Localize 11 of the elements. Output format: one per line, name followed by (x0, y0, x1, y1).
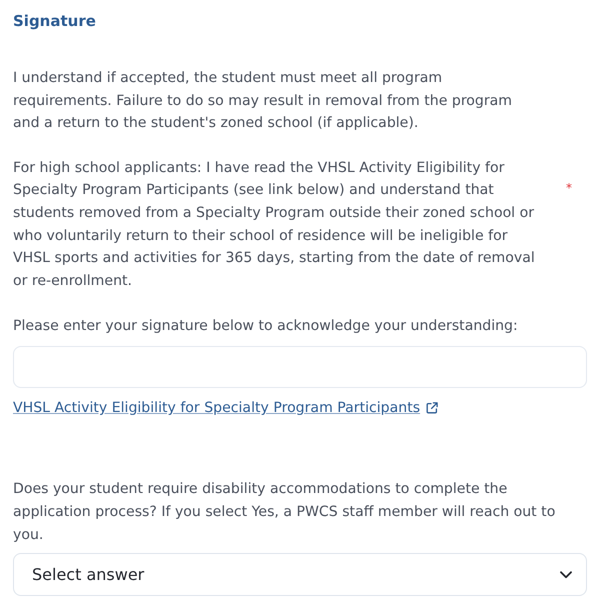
signature-label: Please enter your signature below to acknowledge your understanding: (13, 317, 519, 336)
section-title: Signature (13, 11, 97, 32)
eligibility-link[interactable]: VHSL Activity Eligibility for Specialty Program Participants (13, 398, 420, 418)
required-marker: * (566, 180, 572, 195)
agreement-paragraph: For high school applicants: I have read the VHSL Activity Eligibility for Specialty Program Participants (see link below) and understand that students removed from a Specialty Program outside their zoned school or who voluntarily return to their school of residence will be ineligible for VHSL sports and activities for 365 days, starting from the date of removal or re-enrollment. (13, 158, 536, 291)
accommodations-question: Does your student require disability accommodations to complete the application process? If you select Yes, a PWCS staff member will reach out to you. (13, 480, 556, 545)
answer-select[interactable]: Select answer (13, 553, 587, 596)
signature-input-field[interactable] (13, 346, 587, 388)
agreement-paragraph: I understand if accepted, the student must meet all program requirements. Failure to do so may result in removal from the program and a return to the student's zoned school (if applicable). (13, 69, 514, 134)
external-link-icon (426, 402, 438, 414)
chevron-down-icon (560, 570, 572, 579)
